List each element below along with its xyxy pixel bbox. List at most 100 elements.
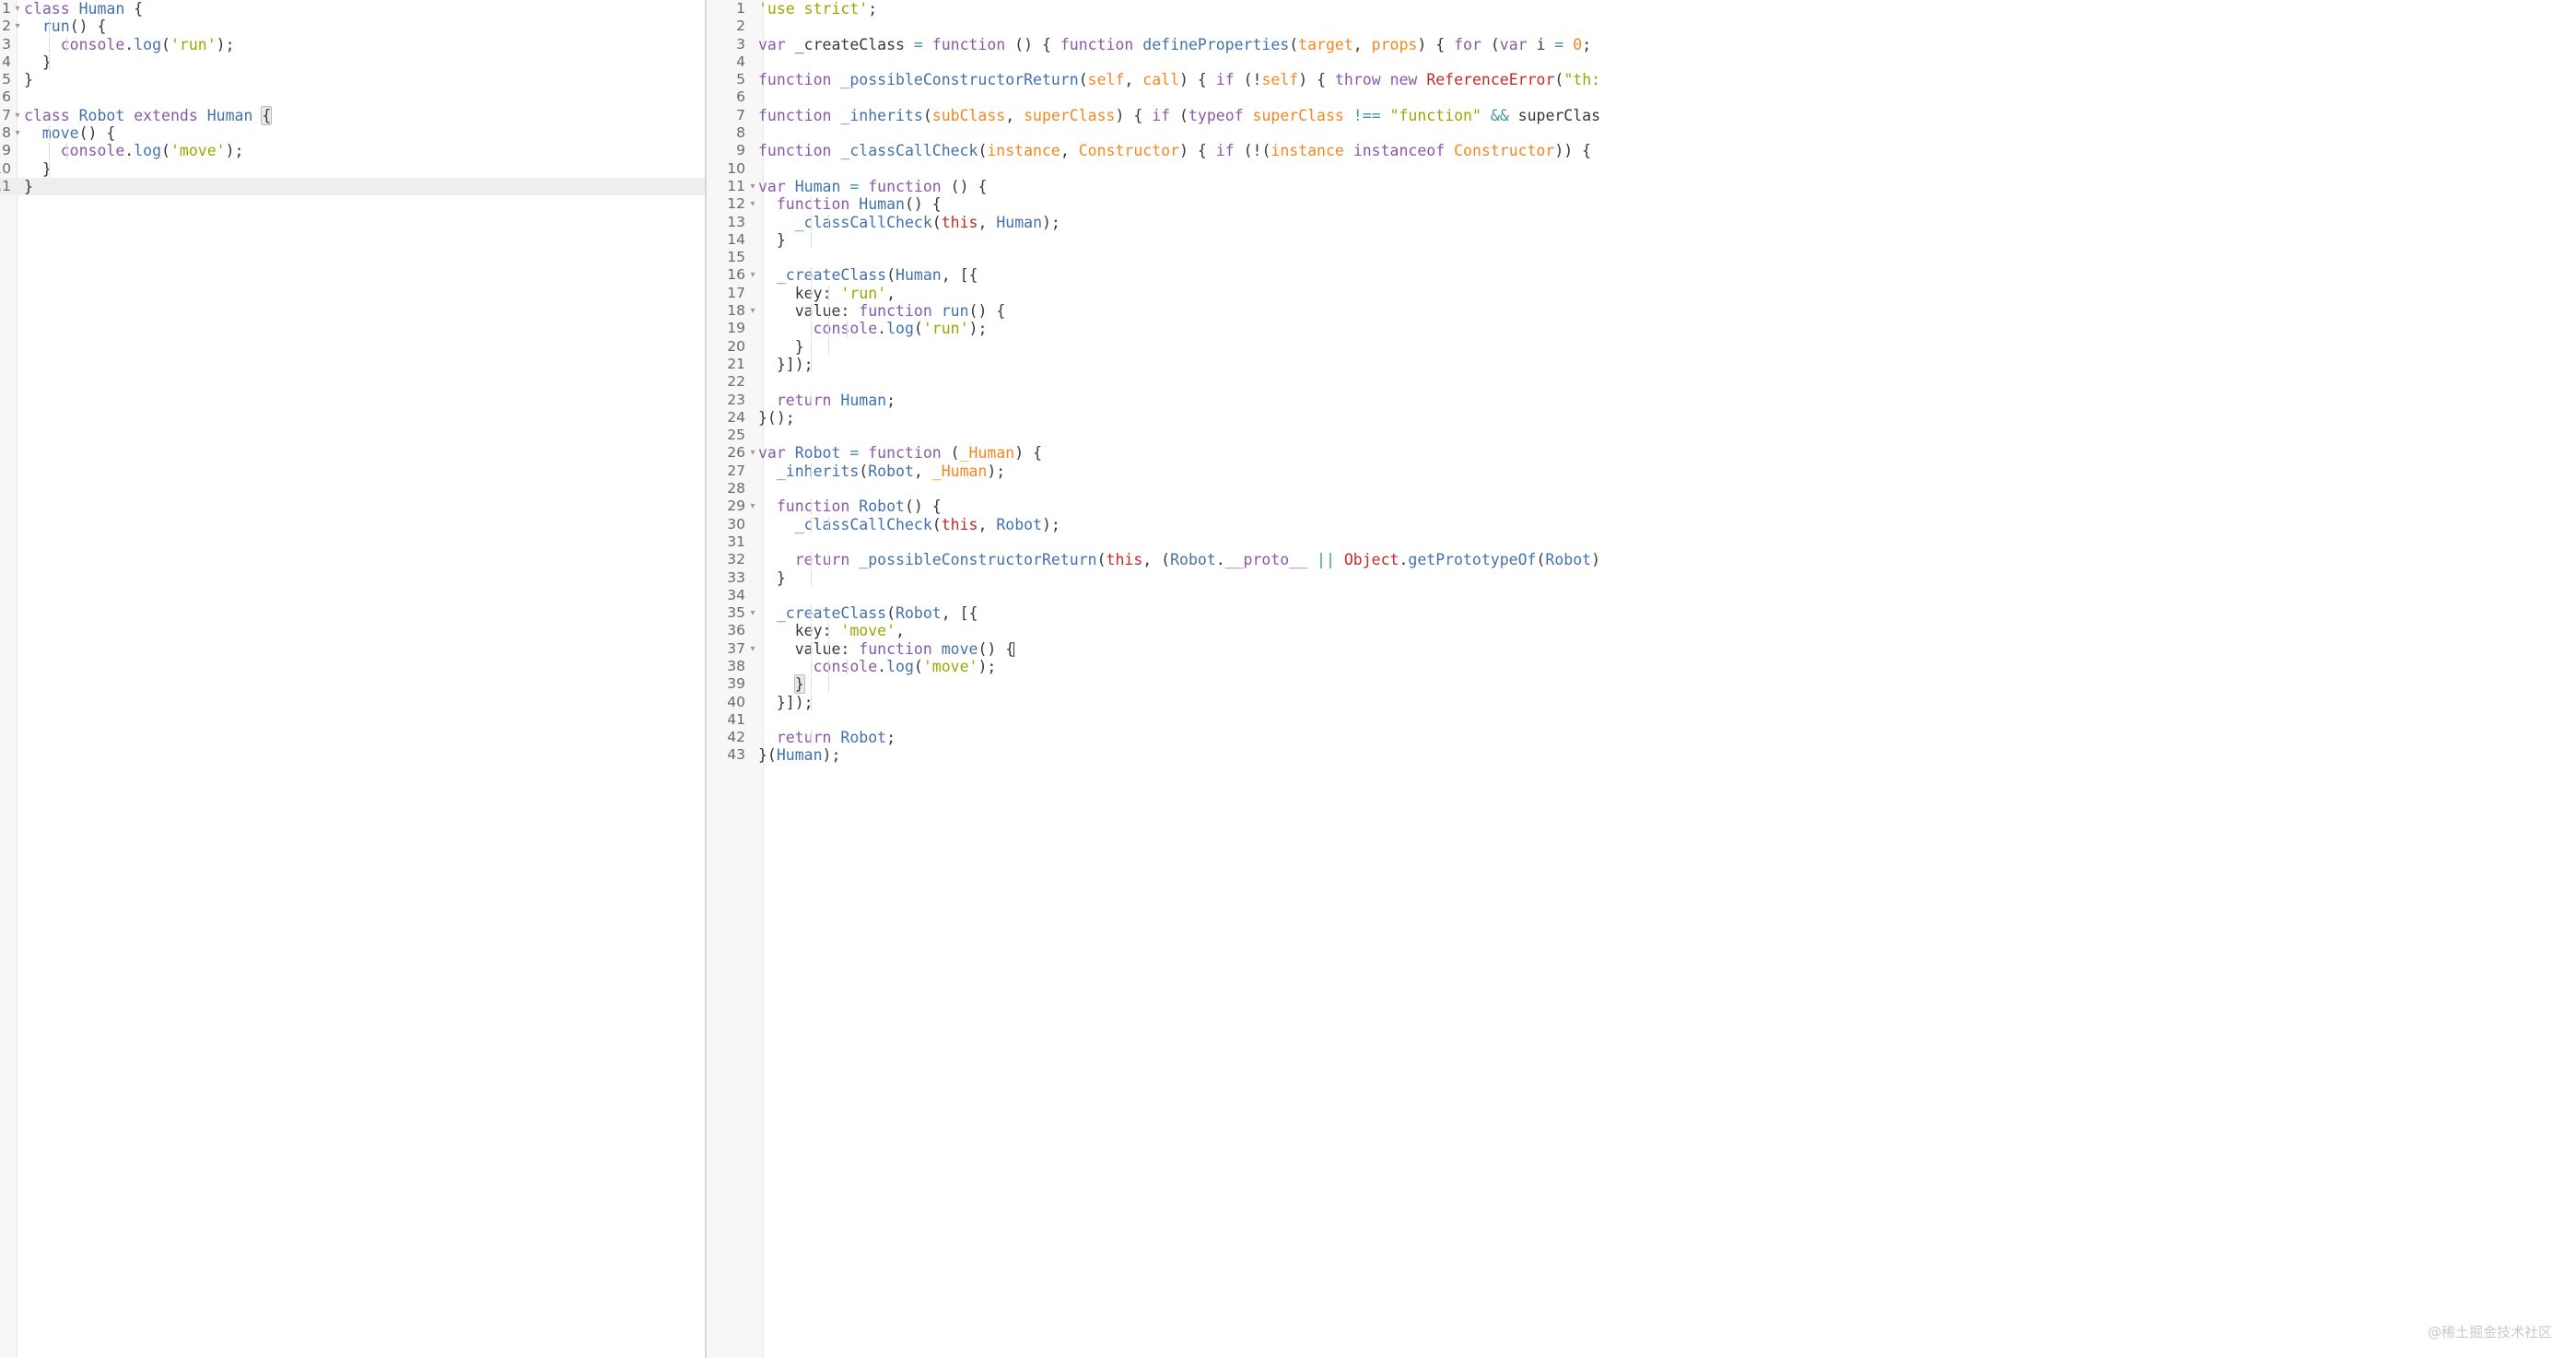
code-line[interactable]: 20 } xyxy=(707,338,2576,356)
fold-arrow-icon[interactable]: ▾ xyxy=(12,124,23,142)
code-line[interactable]: 6 xyxy=(707,88,2576,106)
code-line[interactable]: 9 console.log('move'); xyxy=(0,142,705,159)
code-line[interactable]: 7 ▾ class Robot extends Human { xyxy=(0,105,705,125)
code-line[interactable]: 24 }(); xyxy=(707,409,2576,427)
indent-guide xyxy=(811,338,812,355)
code-line[interactable]: 3 console.log('run'); xyxy=(0,36,705,53)
indent-guide xyxy=(811,605,812,622)
code-line[interactable]: 40 }]); xyxy=(707,694,2576,711)
code-line[interactable]: 36 key: 'move', xyxy=(707,622,2576,639)
fold-arrow-icon[interactable]: ▾ xyxy=(747,444,758,462)
code-line[interactable]: 11} xyxy=(0,177,705,196)
code-line[interactable]: 15 xyxy=(707,249,2576,266)
code-line[interactable]: 8 ▾ move() { xyxy=(0,124,705,142)
fold-arrow-icon[interactable]: ▾ xyxy=(747,498,758,515)
line-number: 37 xyxy=(727,639,745,657)
code-line[interactable]: 18 ▾ value: function run() { xyxy=(707,302,2576,320)
line-number: 6 xyxy=(2,88,11,106)
code-text: class Human { xyxy=(24,0,144,18)
right-editor-pane[interactable]: 1 'use strict'; 2 3 var _createClass = funct… xyxy=(705,0,2576,1358)
right-code-area[interactable]: 1 'use strict'; 2 3 var _createClass = funct… xyxy=(707,0,2576,1358)
code-line[interactable]: 29 ▾ function Robot() { xyxy=(707,498,2576,515)
line-number: 27 xyxy=(727,462,745,479)
indent-guide xyxy=(828,658,830,675)
fold-arrow-icon[interactable]: ▾ xyxy=(12,0,23,18)
code-line[interactable]: 32 return _possibleConstructorReturn(thi… xyxy=(707,551,2576,568)
fold-arrow-icon[interactable]: ▾ xyxy=(747,640,758,658)
code-line[interactable]: 41 xyxy=(707,711,2576,729)
code-line[interactable]: 35 ▾ _createClass(Robot, [{ xyxy=(707,604,2576,622)
line-number: 43 xyxy=(727,746,745,764)
indent-guide xyxy=(811,676,812,693)
code-line[interactable]: 19 console.log('run'); xyxy=(707,320,2576,337)
code-line[interactable]: 17 key: 'run', xyxy=(707,285,2576,302)
indent-guide xyxy=(811,392,812,408)
code-text: } xyxy=(24,177,33,195)
code-line[interactable]: 31 xyxy=(707,533,2576,551)
code-line[interactable]: 38 console.log('move'); xyxy=(707,658,2576,675)
code-text: } xyxy=(758,231,812,249)
code-text: return _possibleConstructorReturn(this, … xyxy=(794,551,1601,569)
code-line[interactable]: 8 xyxy=(707,124,2576,142)
code-line[interactable]: 33 } xyxy=(707,569,2576,587)
indent-guide xyxy=(846,321,848,337)
code-line[interactable]: 21 }]); xyxy=(707,356,2576,373)
left-editor-pane[interactable]: 1 ▾ class Human {2 ▾ run() {3 console.log('… xyxy=(0,0,705,1358)
indent-guide xyxy=(49,143,50,159)
fold-arrow-icon[interactable]: ▾ xyxy=(12,18,23,35)
code-line[interactable]: 5} xyxy=(0,71,705,88)
line-number: 13 xyxy=(727,213,745,230)
bracket-match: } xyxy=(793,674,805,695)
code-line[interactable]: 42 return Robot; xyxy=(707,729,2576,746)
watermark: @稀土掘金技术社区 xyxy=(2427,1324,2552,1340)
code-line[interactable]: 6 xyxy=(0,88,705,106)
code-line[interactable]: 12 ▾ function Human() { xyxy=(707,195,2576,213)
fold-arrow-icon[interactable]: ▾ xyxy=(12,107,23,124)
code-text: value: function run() { xyxy=(758,302,1006,321)
code-line[interactable]: 4 } xyxy=(0,53,705,71)
code-line[interactable]: 4 xyxy=(707,53,2576,71)
indent-guide xyxy=(828,516,830,533)
code-line[interactable]: 13 _classCallCheck(this, Human); xyxy=(707,214,2576,231)
code-line[interactable]: 11 ▾ var Human = function () { xyxy=(707,178,2576,195)
fold-arrow-icon[interactable]: ▾ xyxy=(747,302,758,320)
indent-guide xyxy=(811,730,812,746)
indent-guide xyxy=(49,18,50,35)
line-number: 28 xyxy=(727,480,745,498)
line-number: 31 xyxy=(727,533,745,550)
code-line[interactable]: 28 xyxy=(707,480,2576,498)
line-number: 24 xyxy=(727,408,745,426)
code-line[interactable]: 9 function _classCallCheck(instance, Cons… xyxy=(707,142,2576,159)
fold-arrow-icon[interactable]: ▾ xyxy=(747,178,758,195)
code-line[interactable]: 14 } xyxy=(707,231,2576,249)
indent-guide xyxy=(811,694,812,710)
code-line[interactable]: 1 'use strict'; xyxy=(707,0,2576,18)
code-line[interactable]: 39 } xyxy=(707,674,2576,695)
fold-arrow-icon[interactable]: ▾ xyxy=(747,266,758,284)
code-line[interactable]: 7 function _inherits(subClass, superClass… xyxy=(707,107,2576,124)
code-line[interactable]: 43}(Human); xyxy=(707,746,2576,764)
code-line[interactable]: 26 ▾ var Robot = function (_Human) { xyxy=(707,444,2576,462)
code-text: key: 'move', xyxy=(758,622,905,640)
line-number: 38 xyxy=(727,657,745,674)
code-line[interactable]: 3 var _createClass = function () { functi… xyxy=(707,36,2576,53)
code-line[interactable]: 30 _classCallCheck(this, Robot); xyxy=(707,516,2576,533)
left-code-area[interactable]: 1 ▾ class Human {2 ▾ run() {3 console.log('… xyxy=(0,0,705,1358)
code-line[interactable]: 2 xyxy=(707,18,2576,35)
fold-arrow-icon[interactable]: ▾ xyxy=(747,195,758,213)
code-line[interactable]: 10 xyxy=(707,160,2576,178)
code-line[interactable]: 37 ▾ value: function move() { xyxy=(707,640,2576,658)
fold-arrow-icon[interactable]: ▾ xyxy=(747,604,758,622)
code-line[interactable]: 2 ▾ run() { xyxy=(0,18,705,35)
code-line[interactable]: 34 xyxy=(707,587,2576,604)
code-text: }(); xyxy=(758,408,795,427)
code-line[interactable]: 5 function _possibleConstructorReturn(sel… xyxy=(707,71,2576,88)
code-line[interactable]: 1 ▾ class Human { xyxy=(0,0,705,18)
code-line[interactable]: 22 xyxy=(707,373,2576,391)
line-number: 2 xyxy=(2,18,11,35)
code-line[interactable]: 16 ▾ _createClass(Human, [{ xyxy=(707,266,2576,284)
code-line[interactable]: 10 } xyxy=(0,160,705,178)
code-line[interactable]: 27 _inherits(Robot, _Human); xyxy=(707,462,2576,480)
code-line[interactable]: 23 return Human; xyxy=(707,392,2576,409)
code-line[interactable]: 25 xyxy=(707,427,2576,444)
